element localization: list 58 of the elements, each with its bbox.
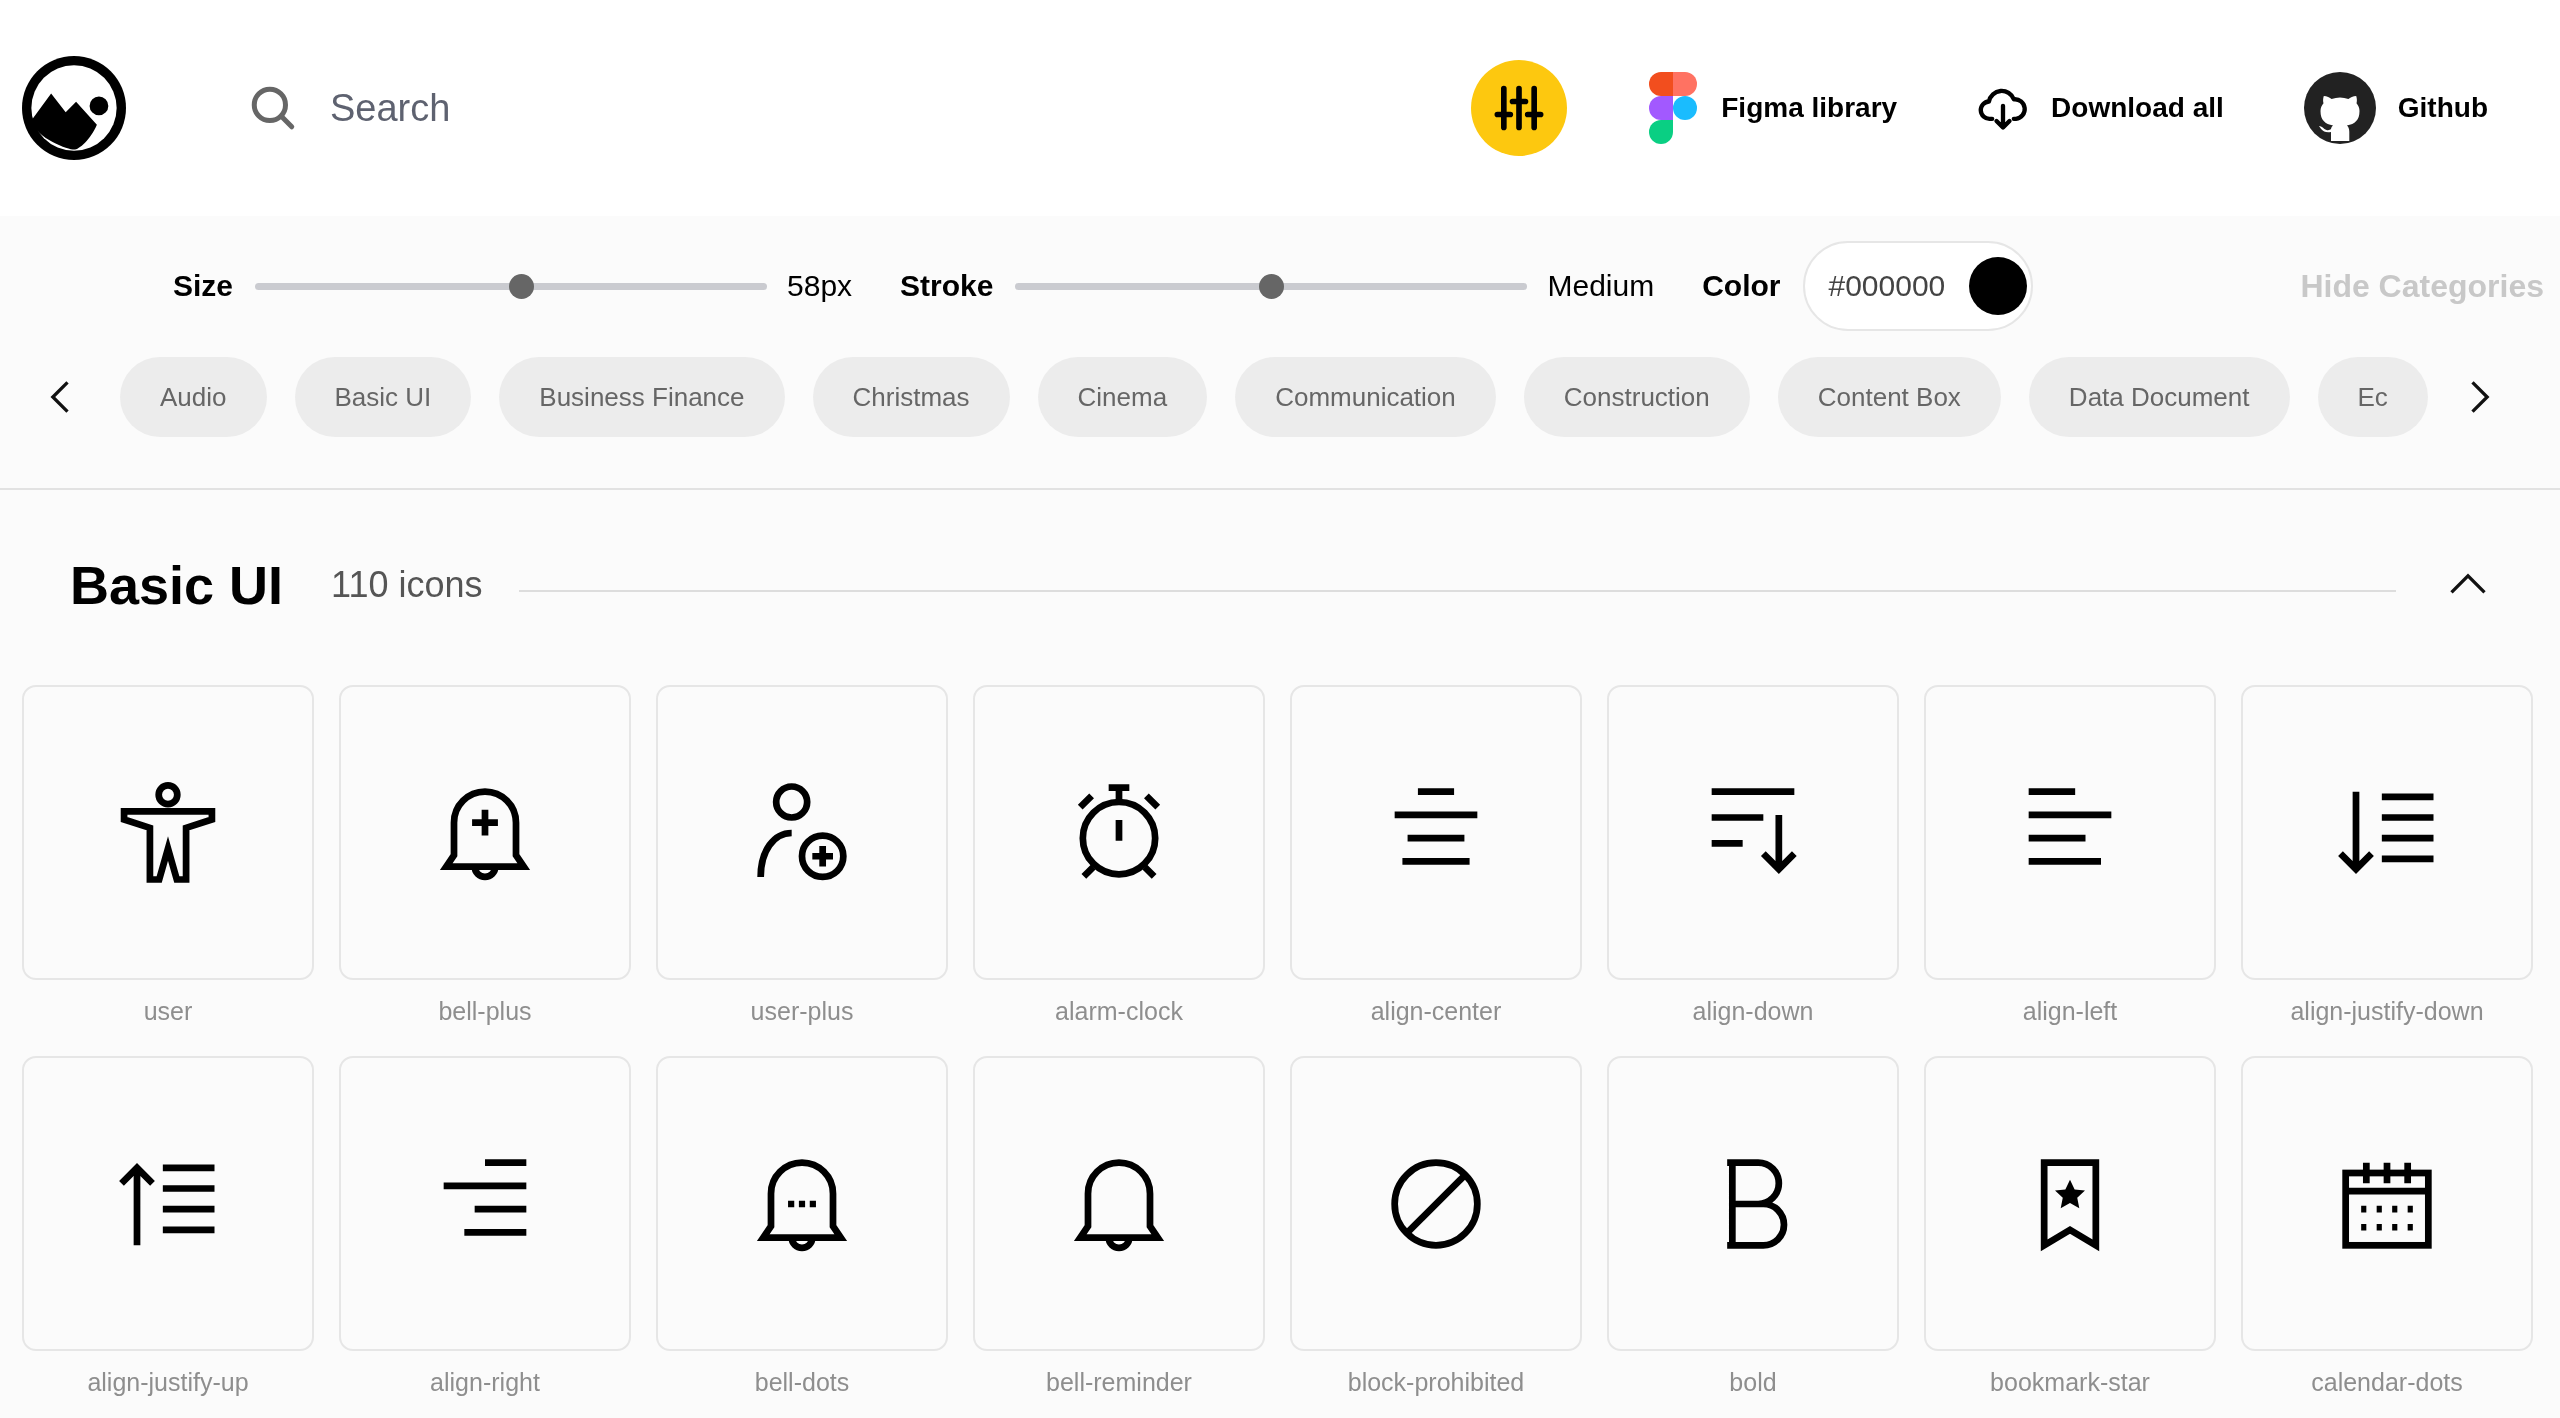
figma-logo-icon bbox=[1647, 72, 1700, 144]
icon-name: align-left bbox=[2022, 996, 2118, 1026]
category-chip[interactable]: Basic UI bbox=[294, 357, 472, 437]
slider-thumb[interactable] bbox=[1259, 273, 1285, 299]
logo-icon[interactable] bbox=[22, 56, 126, 160]
icon-name: bell-dots bbox=[754, 1367, 850, 1397]
icon-name: bell-plus bbox=[438, 996, 532, 1026]
icon-name: align-justify-up bbox=[87, 1367, 249, 1397]
icon-card[interactable] bbox=[1290, 1056, 1582, 1351]
category-chip[interactable]: Ec bbox=[2317, 357, 2428, 437]
icon-card[interactable] bbox=[22, 1056, 314, 1351]
category-chip[interactable]: Content Box bbox=[1777, 357, 2001, 437]
icon-card[interactable] bbox=[656, 1056, 948, 1351]
icon-card[interactable] bbox=[656, 685, 948, 980]
slider-label: Stroke bbox=[900, 269, 994, 303]
icon-card[interactable] bbox=[973, 1056, 1265, 1351]
github-logo-icon bbox=[2303, 72, 2376, 144]
icon-name: user bbox=[143, 996, 193, 1026]
slider[interactable] bbox=[1015, 273, 1528, 299]
icon-name: align-right bbox=[430, 1367, 540, 1397]
icon-count: 110 icons bbox=[331, 564, 483, 606]
icon-name: align-center bbox=[1370, 996, 1502, 1026]
icon-card[interactable] bbox=[2241, 1056, 2533, 1351]
icon-name: user-plus bbox=[750, 996, 854, 1026]
icon-name: align-justify-down bbox=[2290, 996, 2484, 1026]
icon-name: block-prohibited bbox=[1347, 1367, 1525, 1397]
slider-value: Medium bbox=[1547, 269, 1655, 303]
icon-name: calendar-dots bbox=[2311, 1367, 2463, 1397]
slider-label: Size bbox=[173, 269, 234, 303]
category-chip[interactable]: Business Finance bbox=[499, 357, 785, 437]
category-chip[interactable]: Audio bbox=[120, 357, 267, 437]
icon-name: align-down bbox=[1692, 996, 1814, 1026]
section-title: Basic UI bbox=[70, 554, 284, 616]
icon-card[interactable] bbox=[1924, 1056, 2216, 1351]
color-swatch[interactable] bbox=[1969, 257, 2028, 315]
icon-card[interactable] bbox=[973, 685, 1265, 980]
slider-thumb[interactable] bbox=[509, 273, 535, 299]
header-link[interactable]: Figma library bbox=[1647, 72, 1898, 144]
icon-name: alarm-clock bbox=[1055, 996, 1183, 1026]
icon-card[interactable] bbox=[22, 685, 314, 980]
icon-name: bold bbox=[1729, 1367, 1777, 1397]
category-chip[interactable]: Data Document bbox=[2028, 357, 2290, 437]
color-label: Color bbox=[1702, 269, 1781, 303]
header-link[interactable]: Download all bbox=[1977, 72, 2224, 144]
icon-name: bell-reminder bbox=[1046, 1367, 1192, 1397]
icon-name: bookmark-star bbox=[1990, 1367, 2150, 1397]
icon-card[interactable] bbox=[1607, 1056, 1899, 1351]
color-field[interactable]: #000000 bbox=[1802, 241, 2034, 331]
icon-card[interactable] bbox=[339, 685, 631, 980]
category-chip[interactable]: Construction bbox=[1523, 357, 1750, 437]
header-link[interactable]: Github bbox=[2303, 72, 2488, 144]
search-field[interactable]: Search bbox=[328, 85, 932, 131]
icon-card[interactable] bbox=[2241, 685, 2533, 980]
category-chip[interactable]: Cinema bbox=[1037, 357, 1208, 437]
category-chip[interactable]: Communication bbox=[1235, 357, 1496, 437]
slider[interactable] bbox=[255, 273, 768, 299]
slider-value: 58px bbox=[787, 269, 853, 303]
category-chip[interactable]: Christmas bbox=[812, 357, 1010, 437]
